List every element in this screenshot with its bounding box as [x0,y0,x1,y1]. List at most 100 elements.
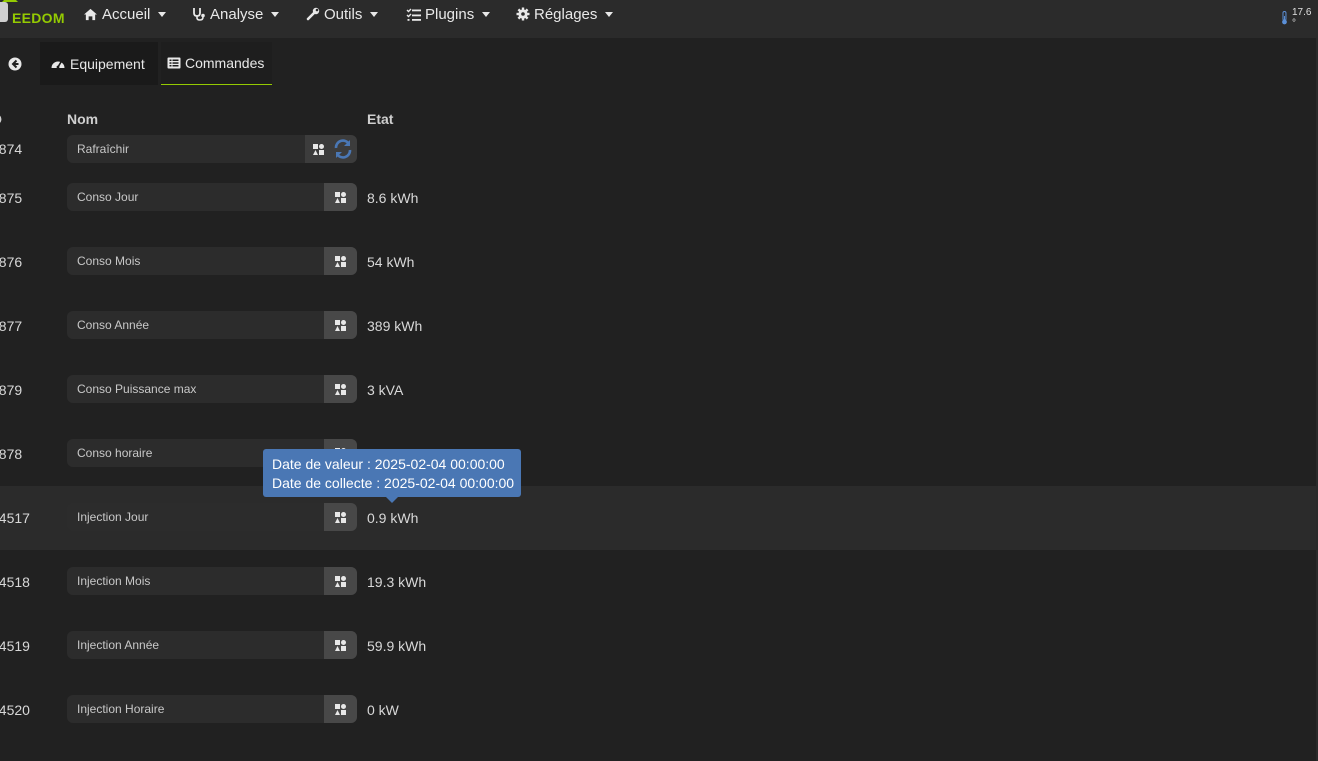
chevron-down-icon [271,11,280,17]
command-icon-button[interactable] [324,631,357,659]
top-navbar: EEDOM Accueil Analyse Outils Plugins Rég… [0,0,1318,38]
tooltip-date-valeur: Date de valeur : 2025-02-04 00:00:00 [272,456,505,472]
command-name-input[interactable] [67,631,317,659]
command-name-field [67,567,357,595]
menu-reglages-label: Réglages [534,5,598,23]
menu-analyse-label: Analyse [210,5,264,23]
tab-equipement[interactable]: Equipement [40,42,158,85]
back-button[interactable] [0,42,34,85]
command-icon-picker-icon [335,383,346,395]
command-icon-picker-icon [335,255,346,267]
temperature-value: 17.6 ° [1291,7,1312,29]
command-icon-button[interactable] [324,375,357,403]
command-id: 2877 [0,318,23,334]
table-row: 2879 3 kVA [0,357,1318,421]
table-row: 14517 0.9 kWh [0,486,1318,550]
command-icon-button[interactable] [324,311,357,339]
command-state: 0.9 kWh [367,510,419,526]
menu-outils-label: Outils [324,5,363,23]
command-state: 59.9 kWh [367,638,427,654]
tasks-icon [406,8,421,21]
command-id: 2879 [0,382,23,398]
command-icon-button[interactable] [324,503,357,531]
command-name-field [67,695,357,723]
command-name-input[interactable] [67,503,317,531]
command-icon-picker-icon [335,703,346,715]
table-row: 2877 389 kWh [0,293,1318,357]
command-name-input[interactable] [67,135,317,163]
menu-plugins-label: Plugins [425,5,475,23]
command-state: 8.6 kWh [367,190,419,206]
menu-accueil-label: Accueil [102,5,151,23]
table-row: 2878 [0,421,1318,485]
command-icon-button[interactable] [324,247,357,275]
table-row: 14519 59.9 kWh [0,613,1318,677]
command-name-input[interactable] [67,311,317,339]
stethoscope-icon [193,8,205,21]
tooltip-date-collecte: Date de collecte : 2025-02-04 00:00:00 [272,475,515,491]
chevron-down-icon [482,11,491,17]
chevron-down-icon [370,11,379,17]
command-name-field [67,135,357,163]
command-icon-picker-icon [313,143,324,155]
table-row: 2875 8.6 kWh [0,165,1318,229]
header-id: ID [0,111,2,127]
menu-reglages[interactable]: Réglages [516,0,614,28]
command-icon-button[interactable] [324,567,357,595]
command-icon-picker-icon [335,639,346,651]
header-nom: Nom [67,111,99,127]
command-name-input[interactable] [67,375,317,403]
menu-plugins[interactable]: Plugins [406,0,491,28]
command-name-field [67,183,357,211]
command-name-input[interactable] [67,183,317,211]
temperature-widget[interactable]: 17.6 ° [1281,7,1318,29]
tab-commandes[interactable]: Commandes [161,42,272,85]
value-date-tooltip: Date de valeur : 2025-02-04 00:00:00 Dat… [263,449,521,503]
command-icon-button[interactable] [324,695,357,723]
command-icon-picker-icon [335,575,346,587]
tooltip-arrow [386,497,398,503]
tab-bar: Equipement Commandes [0,38,1318,86]
wrench-icon [306,7,320,21]
gear-icon [516,7,530,21]
menu-outils[interactable]: Outils [306,0,379,28]
command-name-field [67,247,357,275]
tab-equipement-label: Equipement [70,55,145,72]
command-id: 14518 [0,574,30,590]
command-state: 3 kVA [367,382,404,398]
menu-analyse[interactable]: Analyse [192,0,280,28]
arrow-left-circle-icon [8,57,22,70]
command-state: 19.3 kWh [367,574,427,590]
list-alt-icon [167,57,181,69]
table-row: 2876 54 kWh [0,229,1318,293]
thermometer-icon [1282,11,1287,25]
command-name-field [67,375,357,403]
command-id: 14520 [0,702,30,718]
command-icon-button[interactable] [324,183,357,211]
command-state: 389 kWh [367,318,423,334]
command-name-input[interactable] [67,695,317,723]
command-id: 14519 [0,638,30,654]
command-name-input[interactable] [67,247,317,275]
command-name-field [67,631,357,659]
chevron-down-icon [605,11,614,17]
command-id: 2875 [0,190,23,206]
command-state: 54 kWh [367,254,415,270]
command-id: 2878 [0,446,23,462]
refresh-icon[interactable] [331,137,355,161]
tachometer-icon [51,61,65,69]
header-etat: Etat [367,111,394,127]
logo-text: EEDOM [12,10,65,26]
command-name-input[interactable] [67,567,317,595]
command-id: 2874 [0,141,23,157]
logo-mark [0,2,8,22]
command-icon-picker-icon [335,511,346,523]
tab-commandes-label: Commandes [185,55,265,71]
home-icon [84,8,97,20]
command-name-field [67,311,357,339]
command-name-field [67,503,357,531]
menu-accueil[interactable]: Accueil [83,0,167,28]
jeedom-logo[interactable]: EEDOM [0,0,65,28]
command-id: 2876 [0,254,23,270]
command-icon-picker-icon [335,191,346,203]
